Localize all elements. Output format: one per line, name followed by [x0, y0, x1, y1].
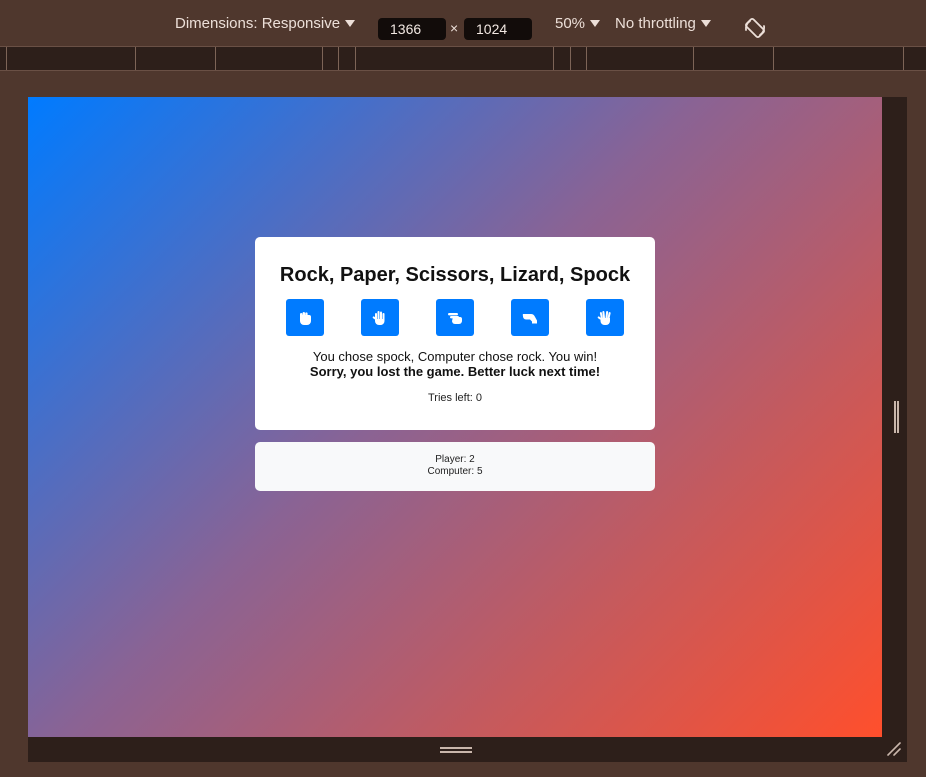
corner-resize-icon[interactable] — [886, 741, 902, 757]
tries-left-text: Tries left: 0 — [428, 392, 482, 404]
computer-score: Computer: 5 — [427, 466, 483, 477]
height-input[interactable] — [464, 18, 532, 40]
chevron-down-icon — [590, 19, 601, 27]
height-resize-handle[interactable] — [440, 747, 472, 753]
choice-buttons — [286, 299, 624, 336]
scissors-button[interactable] — [436, 299, 474, 336]
player-score: Player: 2 — [435, 454, 475, 465]
width-resize-handle[interactable] — [894, 401, 899, 433]
times-separator: × — [450, 20, 459, 36]
hand-rock-icon — [300, 311, 311, 325]
width-input[interactable] — [378, 18, 446, 40]
zoom-dropdown[interactable]: 50% — [555, 0, 601, 46]
round-result-text: You chose spock, Computer chose rock. Yo… — [312, 349, 598, 364]
media-query-ruler[interactable] — [0, 46, 926, 71]
chevron-down-icon — [700, 19, 711, 27]
page-viewport: Rock, Paper, Scissors, Lizard, Spock You… — [28, 97, 882, 737]
dimensions-label: Dimensions: Responsive — [175, 14, 341, 32]
game-over-message: Sorry, you lost the game. Better luck ne… — [309, 364, 601, 379]
spock-button[interactable] — [586, 299, 624, 336]
game-title: Rock, Paper, Scissors, Lizard, Spock — [279, 264, 631, 286]
chevron-down-icon — [345, 19, 356, 27]
dimensions-dropdown[interactable]: Dimensions: Responsive — [175, 0, 356, 46]
rotate-device-icon[interactable] — [743, 16, 767, 40]
throttling-label: No throttling — [615, 14, 696, 32]
scoreboard: Player: 2 Computer: 5 — [255, 442, 655, 491]
hand-lizard-icon — [522, 313, 537, 323]
game-card: Rock, Paper, Scissors, Lizard, Spock You… — [255, 237, 655, 430]
hand-paper-icon — [372, 310, 385, 325]
hand-scissors-icon — [448, 312, 462, 324]
throttling-dropdown[interactable]: No throttling — [615, 0, 711, 46]
device-frame: Rock, Paper, Scissors, Lizard, Spock You… — [28, 97, 907, 762]
zoom-label: 50% — [555, 14, 586, 32]
device-toolbar: Dimensions: Responsive × 50% No throttli… — [0, 0, 926, 46]
lizard-button[interactable] — [511, 299, 549, 336]
paper-button[interactable] — [361, 299, 399, 336]
rock-button[interactable] — [286, 299, 324, 336]
hand-spock-icon — [597, 310, 611, 325]
